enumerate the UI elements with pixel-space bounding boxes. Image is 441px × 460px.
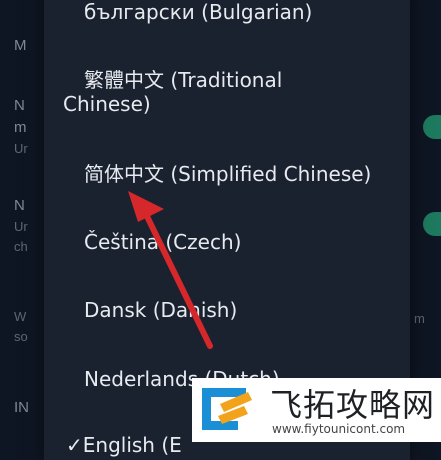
bg-label: IN (14, 399, 29, 416)
bg-label: m (14, 119, 27, 136)
watermark-url: www.fiytounicont.com (272, 422, 406, 436)
bg-label: W (14, 309, 27, 324)
bg-label: so (14, 329, 28, 344)
bg-label: M (14, 37, 27, 54)
language-label: ✓English (E (66, 433, 182, 457)
bg-label: ch (14, 239, 28, 254)
language-option-czech[interactable]: Čeština (Czech) (84, 230, 394, 254)
language-label: 繁體中文 (Traditional (84, 68, 283, 92)
language-option-danish[interactable]: Dansk (Danish) (84, 298, 394, 322)
language-label: български (Bulgarian) (84, 0, 313, 24)
language-label: 简体中文 (Simplified Chinese) (84, 162, 372, 186)
language-option-bulgarian[interactable]: български (Bulgarian) (84, 0, 394, 24)
language-label: Dansk (Danish) (84, 298, 238, 322)
language-label: Chinese) (63, 92, 151, 116)
bg-label: Ur (14, 141, 28, 156)
toggle-switch[interactable] (423, 212, 441, 236)
language-option-simplified-chinese[interactable]: 简体中文 (Simplified Chinese) (84, 162, 394, 186)
bg-label: N (14, 197, 25, 214)
bg-label: Ur (14, 219, 28, 234)
bg-label: N (14, 97, 25, 114)
toggle-switch[interactable] (423, 115, 441, 139)
watermark-logo: 飞拓攻略网 www.fiytounicont.com (192, 378, 441, 442)
bg-label: m (414, 311, 425, 326)
logo-mark-icon (202, 388, 252, 430)
watermark-title: 飞拓攻略网 (270, 386, 436, 424)
language-label: Čeština (Czech) (84, 230, 242, 254)
language-option-traditional-chinese[interactable]: 繁體中文 (Traditional Chinese) (63, 68, 394, 116)
